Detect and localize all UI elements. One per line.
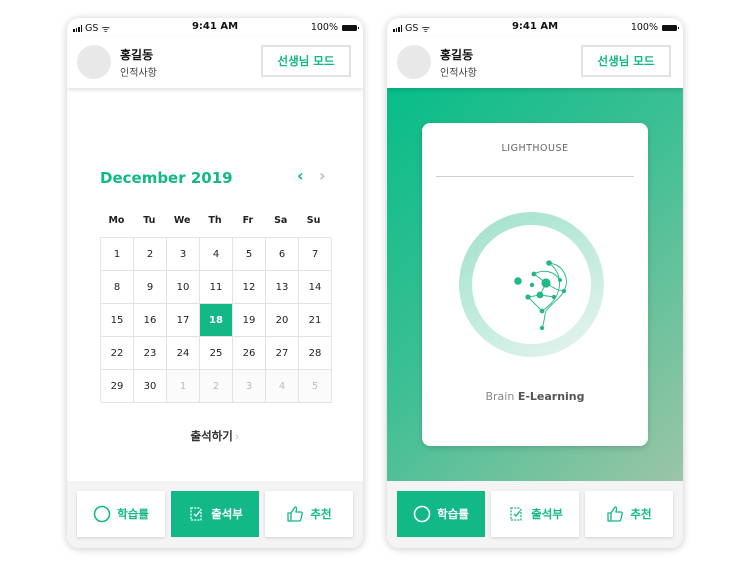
battery-percent: 100% bbox=[310, 22, 338, 33]
tab-attendance[interactable]: 출석부 bbox=[491, 491, 579, 537]
calendar-grid: 1 2 3 4 5 6 7 8 9 10 11 12 13 14 15 16 17 18 19 20 21 22 23 24 2… bbox=[100, 237, 332, 403]
calendar-day[interactable]: 1 bbox=[167, 370, 200, 403]
chevron-right-icon: › bbox=[234, 429, 240, 443]
calendar-day[interactable]: 27 bbox=[266, 337, 299, 370]
tab-recommend-label: 추천 bbox=[310, 507, 332, 521]
check-attendance-link[interactable]: 출석하기 › bbox=[67, 428, 363, 444]
prev-month-chevron-icon[interactable]: ‹ bbox=[297, 166, 304, 185]
weekday-label: Mo bbox=[108, 215, 125, 226]
tab-progress[interactable]: 학습률 bbox=[397, 491, 485, 537]
caption-bold: E-Learning bbox=[517, 390, 585, 403]
tab-recommend[interactable]: 추천 bbox=[585, 491, 673, 537]
calendar-day[interactable]: 4 bbox=[266, 370, 299, 403]
weekday-label: Tu bbox=[143, 215, 156, 226]
calendar-panel: December 2019 ‹ › Mo Tu We Th Fr Sa Su 1… bbox=[67, 88, 363, 480]
circle-icon bbox=[413, 505, 431, 523]
profile-header: 홍길동 인적사항 선생님 모드 bbox=[387, 36, 683, 88]
calendar-day[interactable]: 28 bbox=[299, 337, 332, 370]
brain-elearning-card[interactable]: LIGHTHOUSE Brain E-Learning bbox=[422, 123, 648, 446]
card-divider bbox=[436, 176, 634, 177]
card-brand-label: LIGHTHOUSE bbox=[501, 143, 569, 154]
calendar-day[interactable]: 7 bbox=[299, 238, 332, 271]
gradient-background: LIGHTHOUSE Brain E-Learning bbox=[387, 88, 683, 482]
tab-attendance-label: 출석부 bbox=[531, 507, 563, 521]
calendar-day[interactable]: 20 bbox=[266, 304, 299, 337]
calendar-day[interactable]: 25 bbox=[200, 337, 233, 370]
logo-ring bbox=[459, 212, 604, 357]
calendar-day[interactable]: 30 bbox=[134, 370, 167, 403]
status-bar: GS ᯤ 9:41 AM 100% bbox=[67, 18, 363, 36]
calendar-day[interactable]: 11 bbox=[200, 271, 233, 304]
calendar-day[interactable]: 4 bbox=[200, 238, 233, 271]
tab-progress-label: 학습률 bbox=[117, 507, 149, 521]
calendar-day[interactable]: 5 bbox=[299, 370, 332, 403]
next-month-chevron-icon[interactable]: › bbox=[319, 166, 326, 185]
tab-progress-label: 학습률 bbox=[437, 507, 469, 521]
avatar[interactable] bbox=[77, 45, 111, 79]
weekday-label: Th bbox=[208, 215, 222, 226]
tab-attendance-label: 출석부 bbox=[211, 507, 243, 521]
calendar-day[interactable]: 2 bbox=[134, 238, 167, 271]
calendar-day[interactable]: 22 bbox=[101, 337, 134, 370]
check-attendance-label: 출석하기 bbox=[190, 429, 233, 443]
user-name: 홍길동 bbox=[120, 48, 154, 62]
calendar-day[interactable]: 2 bbox=[200, 370, 233, 403]
phone-home-screen: GS ᯤ 9:41 AM 100% 홍길동 인적사항 선생님 모드 LIGHTH… bbox=[387, 18, 683, 548]
calendar-day[interactable]: 13 bbox=[266, 271, 299, 304]
calendar-day[interactable]: 21 bbox=[299, 304, 332, 337]
calendar-day[interactable]: 5 bbox=[233, 238, 266, 271]
calendar-month-title: December 2019 bbox=[100, 169, 233, 187]
tab-recommend[interactable]: 추천 bbox=[265, 491, 353, 537]
bottom-tab-bar: 학습률 출석부 추천 bbox=[387, 481, 683, 548]
calendar-day[interactable]: 8 bbox=[101, 271, 134, 304]
battery-icon bbox=[342, 24, 359, 31]
profile-header: 홍길동 인적사항 선생님 모드 bbox=[67, 36, 363, 88]
notebook-icon bbox=[190, 507, 202, 521]
calendar-day[interactable]: 3 bbox=[167, 238, 200, 271]
thumbs-up-icon bbox=[287, 506, 304, 522]
thumbs-up-icon bbox=[607, 506, 624, 522]
calendar-day[interactable]: 17 bbox=[167, 304, 200, 337]
calendar-day[interactable]: 1 bbox=[101, 238, 134, 271]
user-name: 홍길동 bbox=[440, 48, 474, 62]
tab-progress[interactable]: 학습률 bbox=[77, 491, 165, 537]
calendar-day[interactable]: 9 bbox=[134, 271, 167, 304]
weekday-label: Fr bbox=[242, 215, 254, 226]
calendar-day[interactable]: 24 bbox=[167, 337, 200, 370]
notebook-icon bbox=[510, 507, 522, 521]
calendar-day[interactable]: 15 bbox=[101, 304, 134, 337]
calendar-day[interactable]: 29 bbox=[101, 370, 134, 403]
calendar-day[interactable]: 19 bbox=[233, 304, 266, 337]
avatar[interactable] bbox=[397, 45, 431, 79]
user-info-link[interactable]: 인적사항 bbox=[440, 64, 477, 79]
calendar-day[interactable]: 26 bbox=[233, 337, 266, 370]
calendar-day[interactable]: 3 bbox=[233, 370, 266, 403]
user-info-link[interactable]: 인적사항 bbox=[120, 64, 157, 79]
calendar-day[interactable]: 10 bbox=[167, 271, 200, 304]
teacher-mode-button[interactable]: 선생님 모드 bbox=[261, 45, 351, 77]
caption-prefix: Brain bbox=[485, 390, 515, 403]
weekday-label: Sa bbox=[274, 215, 288, 226]
tab-recommend-label: 추천 bbox=[630, 507, 652, 521]
status-bar: GS ᯤ 9:41 AM 100% bbox=[387, 18, 683, 36]
calendar-day[interactable]: 12 bbox=[233, 271, 266, 304]
phone-calendar-screen: GS ᯤ 9:41 AM 100% 홍길동 인적사항 선생님 모드 Decemb… bbox=[67, 18, 363, 548]
bottom-tab-bar: 학습률 출석부 추천 bbox=[67, 481, 363, 548]
brain-network-icon bbox=[514, 260, 567, 331]
calendar-day[interactable]: 14 bbox=[299, 271, 332, 304]
calendar-day[interactable]: 6 bbox=[266, 238, 299, 271]
weekday-header: Mo Tu We Th Fr Sa Su bbox=[100, 215, 330, 226]
weekday-label: We bbox=[173, 215, 191, 226]
calendar-day[interactable]: 23 bbox=[134, 337, 167, 370]
battery-percent: 100% bbox=[630, 22, 658, 33]
weekday-label: Su bbox=[306, 215, 321, 226]
circle-icon bbox=[93, 505, 111, 523]
tab-attendance[interactable]: 출석부 bbox=[171, 491, 259, 537]
calendar-day[interactable]: 16 bbox=[134, 304, 167, 337]
battery-icon bbox=[662, 24, 679, 31]
card-caption: Brain E-Learning bbox=[422, 390, 648, 403]
calendar-day-selected[interactable]: 18 bbox=[200, 304, 233, 337]
teacher-mode-button[interactable]: 선생님 모드 bbox=[581, 45, 671, 77]
